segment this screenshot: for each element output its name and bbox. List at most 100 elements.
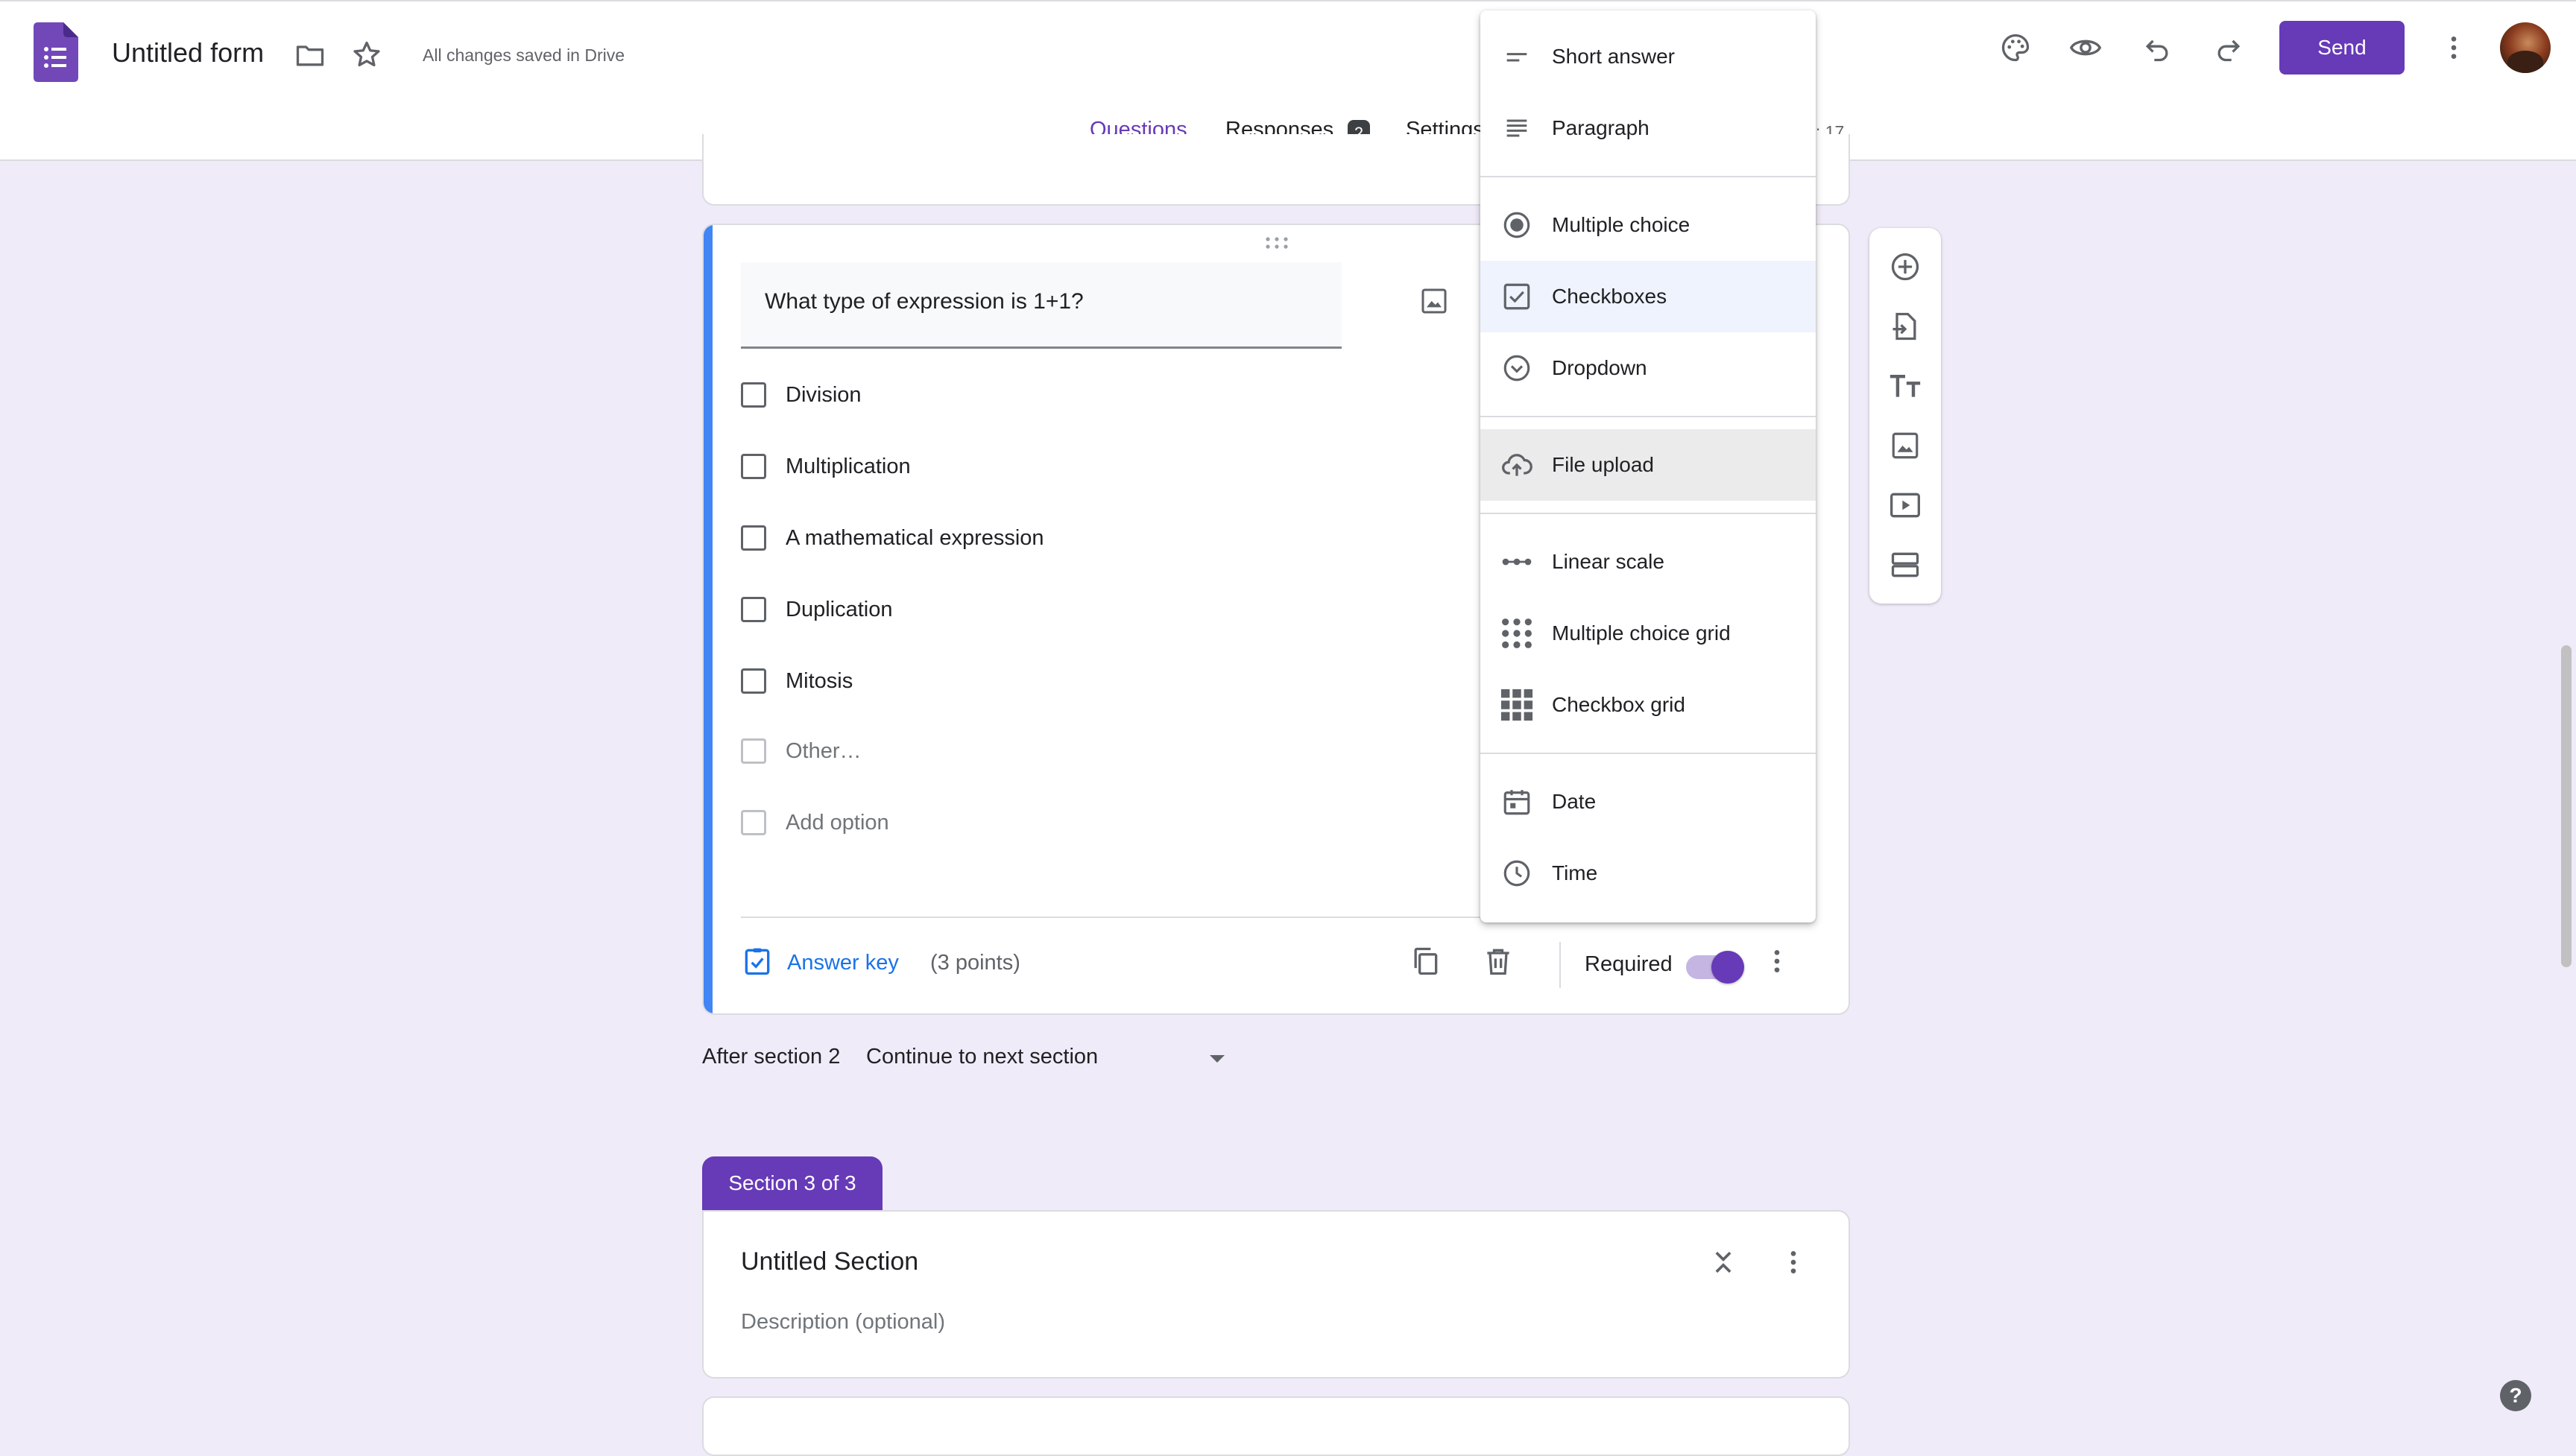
question-more-icon[interactable] [1762,945,1792,978]
answer-key-button[interactable]: Answer key [787,951,899,975]
section-more-icon[interactable] [1778,1246,1808,1279]
menu-item-label: File upload [1552,453,1654,476]
option-row[interactable]: Division [741,377,862,413]
option-label[interactable]: Multiplication [786,455,911,479]
option-label[interactable]: Duplication [786,598,892,622]
help-icon[interactable]: ? [2500,1380,2531,1411]
menu-item-label: Date [1552,790,1597,813]
section-description-input[interactable]: Description (optional) [741,1310,945,1335]
question-title-input[interactable]: What type of expression is 1+1? [741,262,1342,349]
account-avatar[interactable] [2500,22,2551,73]
page-scrollbar[interactable] [2561,645,2572,967]
clock-icon [1498,855,1535,892]
question-type-menu: Short answer Paragraph Multiple choice C… [1480,10,1816,922]
menu-item-checkboxes[interactable]: Checkboxes [1480,261,1816,332]
active-card-accent [704,225,713,1013]
add-image-icon[interactable] [1412,279,1456,323]
add-image-tool-icon[interactable] [1881,422,1929,469]
menu-item-paragraph[interactable]: Paragraph [1480,92,1816,164]
add-video-icon[interactable] [1881,481,1929,529]
section-header-card[interactable]: Untitled Section Description (optional) [702,1210,1850,1379]
linear-scale-icon [1498,543,1535,580]
drag-handle-icon[interactable] [1264,235,1289,250]
delete-icon[interactable] [1482,945,1515,978]
form-title[interactable]: Untitled form [112,37,264,69]
other-option-row[interactable]: Other… [741,733,862,769]
section-badge: Section 3 of 3 [702,1156,883,1210]
palette-icon[interactable] [1992,24,2039,72]
chevron-down-icon[interactable] [1205,1049,1230,1067]
option-checkbox [741,454,766,479]
required-label: Required [1585,952,1673,976]
more-vert-icon[interactable] [2430,24,2478,72]
option-label[interactable]: Division [786,383,862,408]
option-label[interactable]: Mitosis [786,669,853,694]
preview-eye-icon[interactable] [2062,24,2109,72]
checkbox-icon [1498,278,1535,315]
add-section-icon[interactable] [1881,541,1929,589]
short-answer-icon [1498,38,1535,75]
square-grid-icon [1498,686,1535,724]
star-icon[interactable] [344,33,389,77]
menu-item-dropdown[interactable]: Dropdown [1480,332,1816,404]
menu-item-label: Checkbox grid [1552,693,1685,716]
duplicate-icon[interactable] [1409,945,1442,978]
menu-item-label: Multiple choice grid [1552,621,1731,645]
redo-icon[interactable] [2205,24,2253,72]
option-checkbox [741,738,766,764]
menu-item-file-upload[interactable]: File upload [1480,429,1816,501]
points-label: (3 points) [930,951,1020,975]
save-status: All changes saved in Drive [423,45,625,65]
add-option-row[interactable]: Add option [741,805,889,841]
menu-item-multiple-choice[interactable]: Multiple choice [1480,189,1816,261]
option-label[interactable]: A mathematical expression [786,526,1044,551]
menu-item-linear-scale[interactable]: Linear scale [1480,526,1816,598]
other-option-label[interactable]: Other… [786,739,862,764]
send-button[interactable]: Send [2279,21,2405,75]
option-row[interactable]: A mathematical expression [741,520,1044,556]
folder-icon[interactable] [288,33,332,77]
menu-item-short-answer[interactable]: Short answer [1480,21,1816,92]
after-section-select[interactable]: Continue to next section [866,1045,1098,1069]
answer-key-icon[interactable] [741,945,774,978]
add-title-icon[interactable] [1881,362,1929,410]
option-checkbox [741,810,766,835]
undo-icon[interactable] [2133,24,2181,72]
menu-item-label: Dropdown [1552,356,1647,379]
footer-separator [1559,942,1561,988]
section-title-input[interactable]: Untitled Section [741,1247,918,1276]
option-checkbox [741,382,766,408]
after-section-label: After section 2 [702,1045,841,1069]
paragraph-icon [1498,110,1535,147]
floating-toolbar [1869,228,1941,604]
option-checkbox [741,597,766,622]
menu-divider [1480,513,1816,514]
add-option-label[interactable]: Add option [786,811,889,835]
menu-item-label: Linear scale [1552,550,1664,573]
menu-divider [1480,753,1816,754]
next-question-card[interactable] [702,1396,1850,1456]
option-row[interactable]: Mitosis [741,663,853,699]
menu-item-label: Paragraph [1552,116,1650,139]
menu-divider [1480,416,1816,417]
menu-item-time[interactable]: Time [1480,838,1816,909]
menu-item-multiple-choice-grid[interactable]: Multiple choice grid [1480,598,1816,669]
collapse-section-icon[interactable] [1707,1246,1740,1279]
radio-icon [1498,206,1535,244]
import-questions-icon[interactable] [1881,303,1929,350]
menu-item-label: Short answer [1552,45,1675,68]
required-toggle-knob[interactable] [1711,951,1744,984]
option-checkbox [741,525,766,551]
option-row[interactable]: Duplication [741,592,892,627]
menu-item-checkbox-grid[interactable]: Checkbox grid [1480,669,1816,741]
option-checkbox [741,668,766,694]
option-row[interactable]: Multiplication [741,449,911,484]
menu-item-label: Time [1552,861,1598,884]
dropdown-circle-icon [1498,349,1535,387]
menu-divider [1480,176,1816,177]
forms-logo-icon[interactable] [30,22,82,82]
add-question-icon[interactable] [1881,243,1929,291]
dot-grid-icon [1498,615,1535,652]
menu-item-date[interactable]: Date [1480,766,1816,838]
cloud-upload-icon [1498,446,1535,484]
